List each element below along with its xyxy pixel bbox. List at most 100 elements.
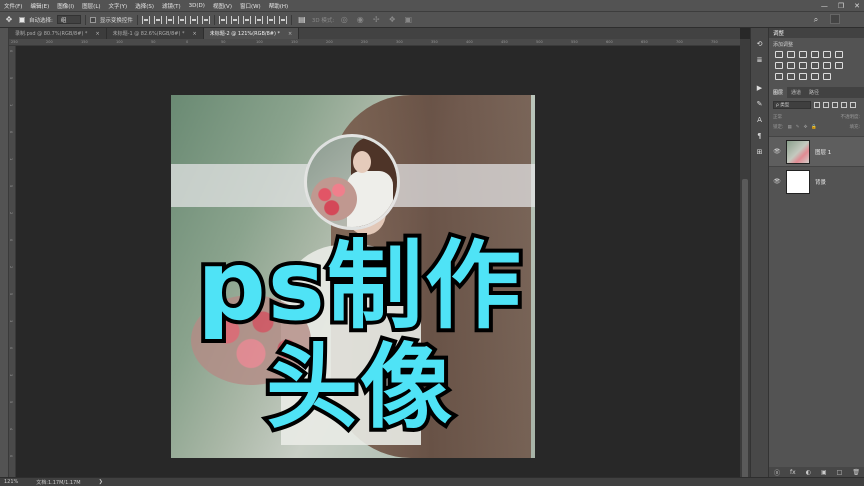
type-filter-icon[interactable] bbox=[832, 102, 838, 108]
threshold-icon[interactable] bbox=[799, 73, 807, 80]
mask-icon[interactable]: ◐ bbox=[806, 469, 811, 476]
properties-icon[interactable]: ≣ bbox=[756, 56, 764, 64]
lock-paint-icon[interactable]: ✎ bbox=[796, 125, 800, 130]
exposure-icon[interactable] bbox=[811, 51, 819, 58]
menu-image[interactable]: 图像(I) bbox=[53, 2, 78, 10]
lock-pixels-icon[interactable]: ▦ bbox=[788, 125, 792, 130]
status-menu-arrow[interactable]: ❯ bbox=[99, 479, 103, 485]
shape-filter-icon[interactable] bbox=[841, 102, 847, 108]
glyphs-icon[interactable]: ⊞ bbox=[756, 148, 764, 156]
distribute-left-icon[interactable] bbox=[254, 15, 263, 24]
levels-icon[interactable] bbox=[787, 51, 795, 58]
show-transform-checkbox[interactable] bbox=[89, 16, 96, 23]
layer-kind-filter[interactable]: ρ 类型 bbox=[773, 101, 811, 109]
align-top-icon[interactable] bbox=[141, 15, 150, 24]
brush-icon[interactable]: ✎ bbox=[756, 100, 764, 108]
curves-icon[interactable] bbox=[799, 51, 807, 58]
play-icon[interactable]: ▶ bbox=[756, 84, 764, 92]
distribute-top-icon[interactable] bbox=[218, 15, 227, 24]
channel-mixer-icon[interactable] bbox=[823, 62, 831, 69]
align-vcenter-icon[interactable] bbox=[153, 15, 162, 24]
blend-mode-select[interactable]: 正常 bbox=[773, 114, 782, 120]
menu-type[interactable]: 文字(Y) bbox=[105, 2, 132, 10]
layer-name[interactable]: 背景 bbox=[815, 178, 826, 186]
tab-untitled-2[interactable]: 未标题-2 @ 121%(RGB/8#) * × bbox=[203, 28, 300, 39]
hue-saturation-icon[interactable] bbox=[775, 62, 783, 69]
fx-icon[interactable]: fx bbox=[790, 469, 796, 476]
menu-3d[interactable]: 3D(D) bbox=[185, 3, 209, 9]
menu-filter[interactable]: 滤镜(T) bbox=[158, 2, 185, 10]
3d-pan-icon[interactable]: ✢ bbox=[370, 14, 382, 25]
close-window-button[interactable]: ✕ bbox=[854, 2, 860, 10]
group-icon[interactable]: ▣ bbox=[821, 469, 827, 476]
opacity-label[interactable]: 不透明度: bbox=[840, 114, 860, 120]
maximize-button[interactable]: ❐ bbox=[838, 2, 844, 10]
layer-item[interactable]: 👁 背景 bbox=[769, 166, 864, 196]
auto-align-icon[interactable]: ▤ bbox=[296, 14, 308, 25]
lock-all-icon[interactable]: 🔒 bbox=[811, 125, 817, 130]
menu-select[interactable]: 选择(S) bbox=[131, 2, 158, 10]
menu-layer[interactable]: 图层(L) bbox=[78, 2, 104, 10]
move-tool-icon[interactable]: ✥ bbox=[3, 14, 15, 25]
eye-icon[interactable]: 👁 bbox=[773, 148, 781, 155]
vertical-scrollbar[interactable] bbox=[740, 39, 750, 479]
3d-scale-icon[interactable]: ▣ bbox=[402, 14, 414, 25]
close-icon[interactable]: × bbox=[95, 31, 99, 37]
trash-icon[interactable]: 🗑 bbox=[852, 469, 860, 476]
layer-name[interactable]: 图层 1 bbox=[815, 148, 831, 156]
menu-help[interactable]: 帮助(H) bbox=[265, 2, 292, 10]
photo-filter-icon[interactable] bbox=[811, 62, 819, 69]
close-icon[interactable]: × bbox=[288, 31, 292, 37]
align-hcenter-icon[interactable] bbox=[189, 15, 198, 24]
distribute-bottom-icon[interactable] bbox=[242, 15, 251, 24]
tab-recording-psd[interactable]: 录制.psd @ 80.7%(RGB/8#) * × bbox=[9, 28, 107, 39]
gradient-map-icon[interactable] bbox=[811, 73, 819, 80]
auto-select-dropdown[interactable]: 组 bbox=[56, 15, 81, 24]
color-lookup-icon[interactable] bbox=[835, 62, 843, 69]
3d-orbit-icon[interactable]: ◎ bbox=[338, 14, 350, 25]
menu-window[interactable]: 窗口(W) bbox=[236, 2, 265, 10]
brightness-icon[interactable] bbox=[775, 51, 783, 58]
workspace-switcher-icon[interactable] bbox=[830, 14, 840, 24]
black-white-icon[interactable] bbox=[799, 62, 807, 69]
distribute-hcenter-icon[interactable] bbox=[266, 15, 275, 24]
character-icon[interactable]: A bbox=[756, 116, 764, 124]
3d-slide-icon[interactable]: ❖ bbox=[386, 14, 398, 25]
gradient-triangle-icon[interactable] bbox=[835, 51, 843, 58]
tab-paths[interactable]: 路径 bbox=[805, 87, 823, 98]
invert-icon[interactable] bbox=[775, 73, 783, 80]
posterize-icon[interactable] bbox=[787, 73, 795, 80]
align-left-icon[interactable] bbox=[177, 15, 186, 24]
pixel-filter-icon[interactable] bbox=[814, 102, 820, 108]
history-icon[interactable]: ⟲ bbox=[756, 40, 764, 48]
auto-select-checkbox[interactable] bbox=[19, 16, 25, 23]
menu-file[interactable]: 文件(F) bbox=[0, 2, 26, 10]
close-icon[interactable]: × bbox=[193, 31, 197, 37]
vibrance-icon[interactable] bbox=[823, 51, 831, 58]
color-balance-icon[interactable] bbox=[787, 62, 795, 69]
scrollbar-thumb[interactable] bbox=[742, 179, 748, 479]
minimize-button[interactable]: — bbox=[821, 2, 828, 10]
new-layer-icon[interactable]: □ bbox=[837, 469, 843, 476]
menu-view[interactable]: 视图(V) bbox=[209, 2, 236, 10]
distribute-vcenter-icon[interactable] bbox=[230, 15, 239, 24]
layer-item[interactable]: 👁 图层 1 bbox=[769, 136, 864, 166]
fill-label[interactable]: 填充: bbox=[849, 124, 860, 130]
zoom-level[interactable]: 121% bbox=[4, 479, 18, 485]
eye-icon[interactable]: 👁 bbox=[773, 178, 781, 185]
adjustment-filter-icon[interactable] bbox=[823, 102, 829, 108]
lock-move-icon[interactable]: ✥ bbox=[804, 125, 808, 130]
paragraph-icon[interactable]: ¶ bbox=[756, 132, 764, 140]
link-layers-icon[interactable]: ⓞ bbox=[774, 468, 780, 477]
distribute-right-icon[interactable] bbox=[278, 15, 287, 24]
3d-roll-icon[interactable]: ◉ bbox=[354, 14, 366, 25]
align-right-icon[interactable] bbox=[201, 15, 210, 24]
tab-layers[interactable]: 图层 bbox=[769, 87, 788, 98]
search-icon[interactable]: ⌕ bbox=[810, 14, 822, 25]
smart-filter-icon[interactable] bbox=[850, 102, 856, 108]
tab-untitled-1[interactable]: 未标题-1 @ 82.6%(RGB/8#) * × bbox=[106, 28, 204, 39]
selective-color-icon[interactable] bbox=[823, 73, 831, 80]
menu-edit[interactable]: 编辑(E) bbox=[26, 2, 53, 10]
adjustments-header[interactable]: 调整 bbox=[769, 28, 864, 38]
tab-channels[interactable]: 通道 bbox=[787, 87, 805, 98]
